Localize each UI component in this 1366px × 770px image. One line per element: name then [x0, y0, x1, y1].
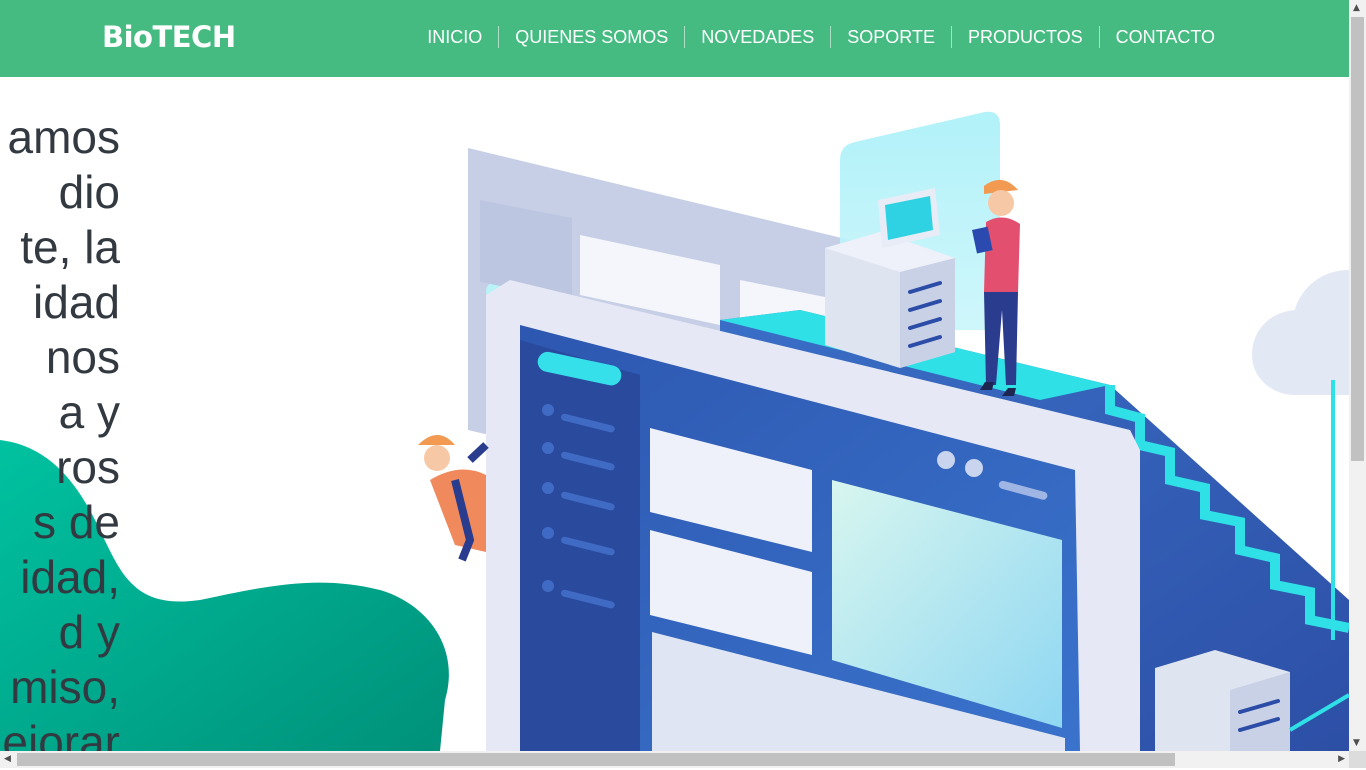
hero-line: d y: [58, 606, 120, 658]
horizontal-scrollbar[interactable]: ◀ ▶: [0, 751, 1349, 768]
nav-productos[interactable]: PRODUCTOS: [950, 26, 1099, 48]
scrollbar-corner: [1349, 751, 1366, 768]
hero-line: s de: [33, 496, 120, 548]
hero-line: ros: [56, 441, 120, 493]
scroll-right-arrow-icon[interactable]: ▶: [1338, 754, 1345, 764]
vertical-scroll-thumb[interactable]: [1351, 17, 1364, 461]
hero-line: nos: [45, 331, 120, 383]
main-nav: INICIO QUIENES SOMOS NOVEDADES SOPORTE P…: [411, 26, 1231, 48]
hero-heading: amos dio te, la idad nos a y ros s de id…: [0, 110, 120, 770]
brand-logo[interactable]: BioTECH: [102, 20, 236, 54]
nav-soporte[interactable]: SOPORTE: [830, 26, 951, 48]
nav-inicio[interactable]: INICIO: [411, 26, 498, 48]
hero-line: amos: [7, 111, 120, 163]
hero-line: a y: [58, 386, 120, 438]
hero-line: dio: [58, 166, 120, 218]
worker-peeking: [418, 435, 489, 562]
nav-contacto[interactable]: CONTACTO: [1098, 26, 1231, 48]
hero-line: idad,: [20, 551, 120, 603]
scroll-up-arrow-icon[interactable]: ▲: [1353, 3, 1360, 13]
hero-line: miso,: [10, 661, 120, 713]
scroll-down-arrow-icon[interactable]: ▼: [1353, 738, 1360, 748]
nav-quienes-somos[interactable]: QUIENES SOMOS: [498, 26, 684, 48]
hero-line: te, la: [20, 221, 120, 273]
nav-novedades[interactable]: NOVEDADES: [684, 26, 830, 48]
top-navbar: BioTECH INICIO QUIENES SOMOS NOVEDADES S…: [0, 0, 1349, 77]
hero-line: idad: [33, 276, 120, 328]
cloud-shape: [1252, 270, 1349, 395]
scroll-left-arrow-icon[interactable]: ◀: [4, 754, 11, 764]
horizontal-scroll-thumb[interactable]: [17, 753, 1175, 766]
vertical-scrollbar[interactable]: ▲ ▼: [1349, 0, 1366, 751]
hero-illustration: [0, 111, 1349, 751]
